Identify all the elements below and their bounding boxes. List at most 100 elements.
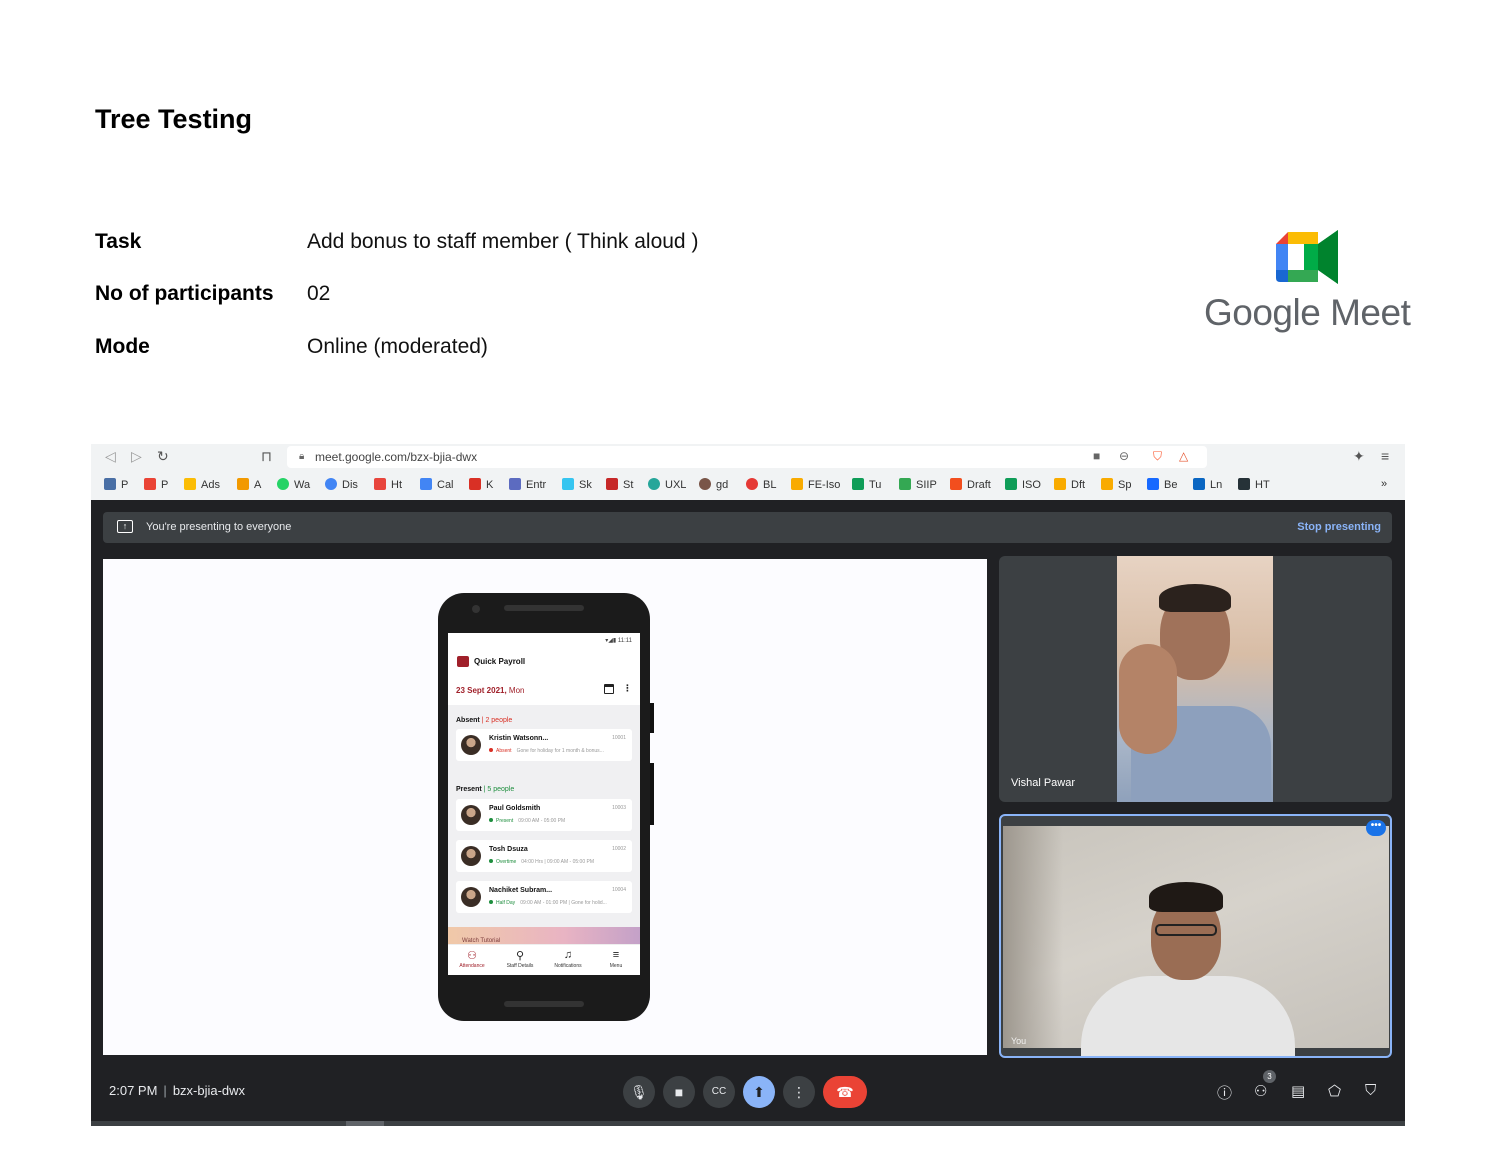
bottom-navigation: ⚇ Attendance ⚲ Staff Details ♫ Notificat… <box>448 944 640 975</box>
phone-side-button <box>650 703 654 733</box>
extensions-icon[interactable]: ✦ <box>1353 448 1365 465</box>
more-options-button[interactable]: ⋮ <box>783 1076 815 1108</box>
staff-card[interactable]: Kristin Watsonn... 10001 Absent Gone for … <box>456 729 632 761</box>
forward-icon[interactable]: ▷ <box>131 448 142 465</box>
video-figure <box>1155 924 1217 936</box>
phone-camera <box>472 605 480 613</box>
nav-notifications[interactable]: ♫ Notifications <box>544 949 592 969</box>
staff-card[interactable]: Paul Goldsmith 10003 Present 09:00 AM - 0… <box>456 799 632 831</box>
bookmark-item[interactable]: St <box>606 478 633 491</box>
captions-button[interactable]: CC <box>703 1076 735 1108</box>
leave-call-button[interactable]: ☎ <box>823 1076 867 1108</box>
nav-staff-details[interactable]: ⚲ Staff Details <box>496 949 544 969</box>
people-count-badge: 3 <box>1263 1070 1276 1083</box>
bookmark-item[interactable]: Be <box>1147 478 1177 491</box>
date-selector[interactable]: 23 Sept 2021, Mon <box>456 686 525 695</box>
bookmark-item[interactable]: Entr <box>509 478 546 491</box>
scrollbar-thumb[interactable] <box>346 1121 384 1126</box>
avatar <box>461 805 481 825</box>
activities-icon[interactable]: ⬠ <box>1328 1082 1341 1100</box>
bookmark-item[interactable]: SIIP <box>899 478 937 491</box>
more-options-icon[interactable]: ••• <box>1366 820 1386 836</box>
bookmark-item[interactable]: Ads <box>184 478 220 491</box>
address-bar[interactable]: 🔒︎ meet.google.com/bzx-bjia-dwx ■ ⊖ ⛉ △ <box>287 446 1207 468</box>
app-logo-icon <box>457 656 469 667</box>
camera-button[interactable]: ■ <box>663 1076 695 1108</box>
phone-bottom-bar <box>504 1001 584 1007</box>
bookmarks-bar: P P Ads A Wa Dis Ht Cal K Entr Sk St UXL… <box>91 473 1405 499</box>
phone-speaker <box>504 605 584 611</box>
mode-value: Online (moderated) <box>307 335 488 358</box>
captions-icon: CC <box>711 1086 727 1097</box>
bell-icon: ♫ <box>563 949 573 961</box>
bookmark-item[interactable]: Sk <box>562 478 592 491</box>
avatar <box>461 846 481 866</box>
staff-name: Nachiket Subram... <box>489 887 553 894</box>
participants-value: 02 <box>307 282 331 305</box>
url-text: meet.google.com/bzx-bjia-dwx <box>315 450 478 464</box>
brave-shield-icon[interactable]: ⛉ <box>1153 449 1162 464</box>
bookmark-item[interactable]: Sp <box>1101 478 1131 491</box>
meeting-details-icon[interactable]: ⓘ <box>1217 1082 1232 1103</box>
chat-icon[interactable]: ▤ <box>1291 1082 1305 1100</box>
people-icon[interactable]: ⚇ <box>1254 1082 1267 1100</box>
bookmark-item[interactable]: ISO <box>1005 478 1041 491</box>
bookmark-item[interactable]: Ht <box>374 478 402 491</box>
staff-name: Tosh Dsuza <box>489 846 528 853</box>
bookmark-item[interactable]: A <box>237 478 261 491</box>
bookmark-item[interactable]: BL <box>746 478 776 491</box>
bookmark-item[interactable]: Dis <box>325 478 358 491</box>
bookmark-item[interactable]: Cal <box>420 478 454 491</box>
staff-id: 10002 <box>612 846 626 852</box>
camera-icon[interactable]: ■ <box>1093 449 1100 463</box>
staff-name: Kristin Watsonn... <box>489 735 549 742</box>
bookmark-item[interactable]: Wa <box>277 478 310 491</box>
google-meet-wordmark: Google Meet <box>1204 292 1411 333</box>
meeting-info: 2:07 PM | bzx-bjia-dwx <box>109 1083 246 1098</box>
presenting-banner: ↑ You're presenting to everyone Stop pre… <box>103 512 1392 543</box>
phone-mockup: ▾◢▮ 11:11 Quick Payroll 23 Sept 2021, Mo… <box>438 593 654 1021</box>
scrollbar-track[interactable] <box>91 1121 1405 1126</box>
host-controls-icon[interactable]: ⛉ <box>1365 1082 1376 1099</box>
bookmark-item[interactable]: gd <box>699 478 728 491</box>
microphone-button[interactable]: 🎙︎ <box>623 1076 655 1108</box>
bookmark-item[interactable]: K <box>469 478 493 491</box>
browser-nav-row: ◁ ▷ ↻ ⊓ 🔒︎ meet.google.com/bzx-bjia-dwx … <box>91 444 1405 471</box>
page-title: Tree Testing <box>95 104 253 134</box>
reload-icon[interactable]: ↻ <box>157 448 169 465</box>
bookmark-item[interactable]: UXL <box>648 478 686 491</box>
watch-tutorial-banner[interactable]: Watch Tutorial <box>448 927 640 945</box>
staff-card[interactable]: Tosh Dsuza 10002 Overtime 04:00 Hrs | 09:… <box>456 840 632 872</box>
app-screen: ▾◢▮ 11:11 Quick Payroll 23 Sept 2021, Mo… <box>448 633 640 975</box>
bookmark-item[interactable]: Ln <box>1193 478 1222 491</box>
meeting-code: bzx-bjia-dwx <box>172 1083 246 1098</box>
more-bookmarks-icon[interactable]: » <box>1381 478 1387 490</box>
nav-menu[interactable]: ≡ Menu <box>592 949 640 969</box>
staff-card[interactable]: Nachiket Subram... 10004 Half Day 09:00 A… <box>456 881 632 913</box>
browser-menu-icon[interactable]: ≡ <box>1381 448 1389 464</box>
zoom-icon[interactable]: ⊖ <box>1119 449 1129 463</box>
bookmark-item[interactable]: P <box>104 478 128 491</box>
more-vert-icon[interactable]: ⋮ <box>623 683 632 694</box>
brave-rewards-icon[interactable]: △ <box>1179 449 1188 463</box>
self-video <box>1003 826 1389 1056</box>
bookmark-item[interactable]: HT <box>1238 478 1270 491</box>
shared-screen: ▾◢▮ 11:11 Quick Payroll 23 Sept 2021, Mo… <box>103 559 987 1055</box>
bookmark-item[interactable]: Tu <box>852 478 881 491</box>
stop-presenting-button[interactable]: Stop presenting <box>1297 521 1381 533</box>
bookmark-item[interactable]: Dft <box>1054 478 1085 491</box>
bookmark-item[interactable]: Draft <box>950 478 991 491</box>
bookmark-item[interactable]: P <box>144 478 168 491</box>
bookmark-item[interactable]: FE-Iso <box>791 478 840 491</box>
video-camera-icon: ■ <box>674 1084 684 1100</box>
participant-tile[interactable]: Vishal Pawar <box>999 556 1392 802</box>
bookmark-icon[interactable]: ⊓ <box>261 448 272 465</box>
back-icon[interactable]: ◁ <box>105 448 116 465</box>
calendar-icon[interactable] <box>604 684 614 694</box>
meet-screenshot: ◁ ▷ ↻ ⊓ 🔒︎ meet.google.com/bzx-bjia-dwx … <box>91 444 1405 1126</box>
staff-id: 10003 <box>612 805 626 811</box>
nav-attendance[interactable]: ⚇ Attendance <box>448 949 496 969</box>
app-title: Quick Payroll <box>474 657 526 666</box>
self-view-tile[interactable]: ••• You <box>999 814 1392 1058</box>
present-now-button[interactable]: ⬆ <box>743 1076 775 1108</box>
